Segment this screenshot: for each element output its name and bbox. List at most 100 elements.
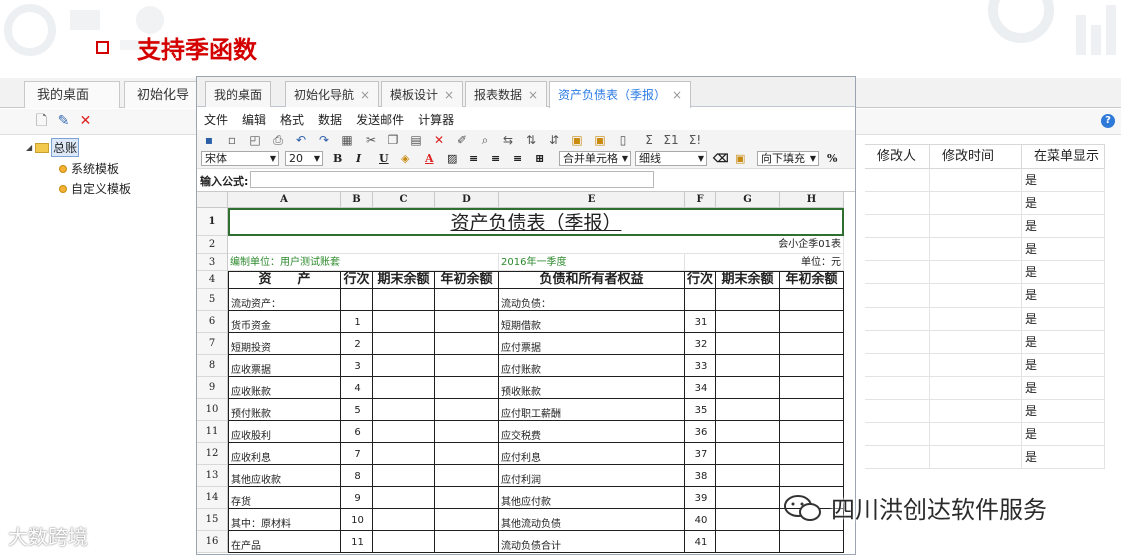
grid-header-modified-time[interactable]: 修改时间	[930, 145, 1022, 168]
column-header-a[interactable]: A	[228, 192, 341, 208]
table-cell[interactable]	[373, 377, 435, 399]
grid-row[interactable]: 是	[865, 330, 1105, 354]
table-cell[interactable]	[373, 487, 435, 509]
tab-template-design[interactable]: 模板设计 ×	[381, 81, 464, 107]
print-preview-icon[interactable]: ◰	[247, 133, 263, 147]
row-header[interactable]: 11	[197, 421, 228, 443]
table-cell[interactable]: 应付利息	[499, 443, 685, 465]
grid-row[interactable]: 是	[865, 238, 1105, 262]
grid-row[interactable]: 是	[865, 446, 1105, 470]
table-cell[interactable]	[373, 333, 435, 355]
expand-arrow-icon[interactable]: ◢	[26, 143, 32, 152]
grid-row[interactable]: 是	[865, 376, 1105, 400]
wrap-icon[interactable]: ⊞	[535, 152, 544, 165]
column-title-cell[interactable]: 年初余额	[435, 271, 499, 289]
grid-row[interactable]: 是	[865, 284, 1105, 308]
table-cell[interactable]: 应付职工薪酬	[499, 399, 685, 421]
calculator-icon[interactable]: ▦	[339, 133, 355, 147]
table-cell[interactable]	[373, 355, 435, 377]
delete-icon[interactable]: ✕	[431, 133, 447, 147]
table-cell[interactable]: 流动负债：	[499, 289, 685, 311]
image-icon[interactable]: ▨	[447, 152, 457, 165]
table-cell[interactable]	[373, 399, 435, 421]
table-cell[interactable]	[435, 421, 499, 443]
table-cell[interactable]	[373, 531, 435, 553]
align-left-icon[interactable]: ≡	[469, 152, 478, 165]
table-cell[interactable]	[373, 465, 435, 487]
background-tab-desktop[interactable]: 我的桌面	[24, 81, 120, 108]
table-cell[interactable]	[435, 509, 499, 531]
table-cell[interactable]: 31	[685, 311, 716, 333]
table-cell[interactable]	[435, 377, 499, 399]
row-header[interactable]: 12	[197, 443, 228, 465]
cut-icon[interactable]: ✂	[363, 133, 379, 147]
column-title-cell[interactable]: 期末余额	[373, 271, 435, 289]
undo-icon[interactable]: ↶	[293, 133, 309, 147]
column-title-cell[interactable]: 行次	[341, 271, 373, 289]
menu-edit[interactable]: 编辑	[242, 111, 266, 128]
menu-data[interactable]: 数据	[318, 111, 342, 128]
table-cell[interactable]: 40	[685, 509, 716, 531]
row-header[interactable]: 10	[197, 399, 228, 421]
table-cell[interactable]	[435, 487, 499, 509]
merge-cells-select[interactable]: 合并单元格 ▼	[559, 151, 631, 166]
tab-report-data[interactable]: 报表数据 ×	[465, 81, 548, 107]
insert-row-icon[interactable]: ▣	[569, 133, 585, 147]
fill-down-select[interactable]: 向下填充 ▼	[757, 151, 819, 166]
table-cell[interactable]: 34	[685, 377, 716, 399]
menu-calculator[interactable]: 计算器	[418, 111, 454, 128]
table-cell[interactable]	[780, 377, 844, 399]
period-cell[interactable]: 2016年一季度	[499, 254, 685, 271]
table-cell[interactable]	[435, 355, 499, 377]
table-cell[interactable]: 41	[685, 531, 716, 553]
reporting-entity-cell[interactable]: 编制单位：用户测试账套	[228, 254, 499, 271]
grid-row[interactable]: 是	[865, 423, 1105, 447]
table-cell[interactable]: 应交税费	[499, 421, 685, 443]
table-cell[interactable]	[716, 333, 780, 355]
edit-icon[interactable]: ✎	[56, 114, 71, 129]
new-file-icon[interactable]: 🗋	[34, 114, 49, 129]
table-cell[interactable]	[716, 399, 780, 421]
column-title-cell[interactable]: 期末余额	[716, 271, 780, 289]
grid-row[interactable]: 是	[865, 399, 1105, 424]
table-cell[interactable]: 11	[341, 531, 373, 553]
tab-balance-sheet-quarterly[interactable]: 资产负债表（季报） ×	[549, 81, 692, 108]
table-cell[interactable]	[716, 465, 780, 487]
table-cell[interactable]: 3	[341, 355, 373, 377]
report-title-cell[interactable]: 资产负债表（季报）	[228, 208, 844, 236]
table-cell[interactable]: 应收票据	[228, 355, 341, 377]
table-cell[interactable]	[373, 421, 435, 443]
table-cell[interactable]: 存货	[228, 487, 341, 509]
close-icon[interactable]: ×	[528, 88, 538, 102]
close-icon[interactable]: ×	[444, 88, 454, 102]
row-header[interactable]: 4	[197, 271, 228, 289]
table-cell[interactable]: 流动负债合计	[499, 531, 685, 553]
table-cell[interactable]	[780, 289, 844, 311]
row-header[interactable]: 3	[197, 254, 228, 271]
table-cell[interactable]	[780, 443, 844, 465]
table-cell[interactable]: 预付账款	[228, 399, 341, 421]
table-cell[interactable]: 短期借款	[499, 311, 685, 333]
table-cell[interactable]: 应收利息	[228, 443, 341, 465]
sum-all-icon[interactable]: Σ!	[687, 133, 703, 147]
row-header[interactable]: 5	[197, 289, 228, 311]
table-cell[interactable]: 1	[341, 311, 373, 333]
table-cell[interactable]	[716, 487, 780, 509]
column-title-cell[interactable]: 负债和所有者权益	[499, 271, 685, 289]
column-header-h[interactable]: H	[780, 192, 844, 208]
table-cell[interactable]	[716, 355, 780, 377]
underline-button[interactable]: U	[379, 152, 389, 165]
table-cell[interactable]: 39	[685, 487, 716, 509]
formula-input[interactable]	[250, 171, 654, 188]
table-cell[interactable]: 35	[685, 399, 716, 421]
column-header-g[interactable]: G	[716, 192, 780, 208]
column-title-cell[interactable]: 行次	[685, 271, 716, 289]
row-header[interactable]: 1	[197, 208, 228, 236]
sum-1-icon[interactable]: Σ1	[663, 133, 679, 147]
tree-item-custom-template[interactable]: 自定义模板	[59, 180, 131, 197]
column-header-e[interactable]: E	[499, 192, 685, 208]
table-cell[interactable]	[373, 289, 435, 311]
menu-format[interactable]: 格式	[280, 111, 304, 128]
replace-icon[interactable]: ⇆	[500, 133, 516, 147]
table-cell[interactable]	[780, 333, 844, 355]
